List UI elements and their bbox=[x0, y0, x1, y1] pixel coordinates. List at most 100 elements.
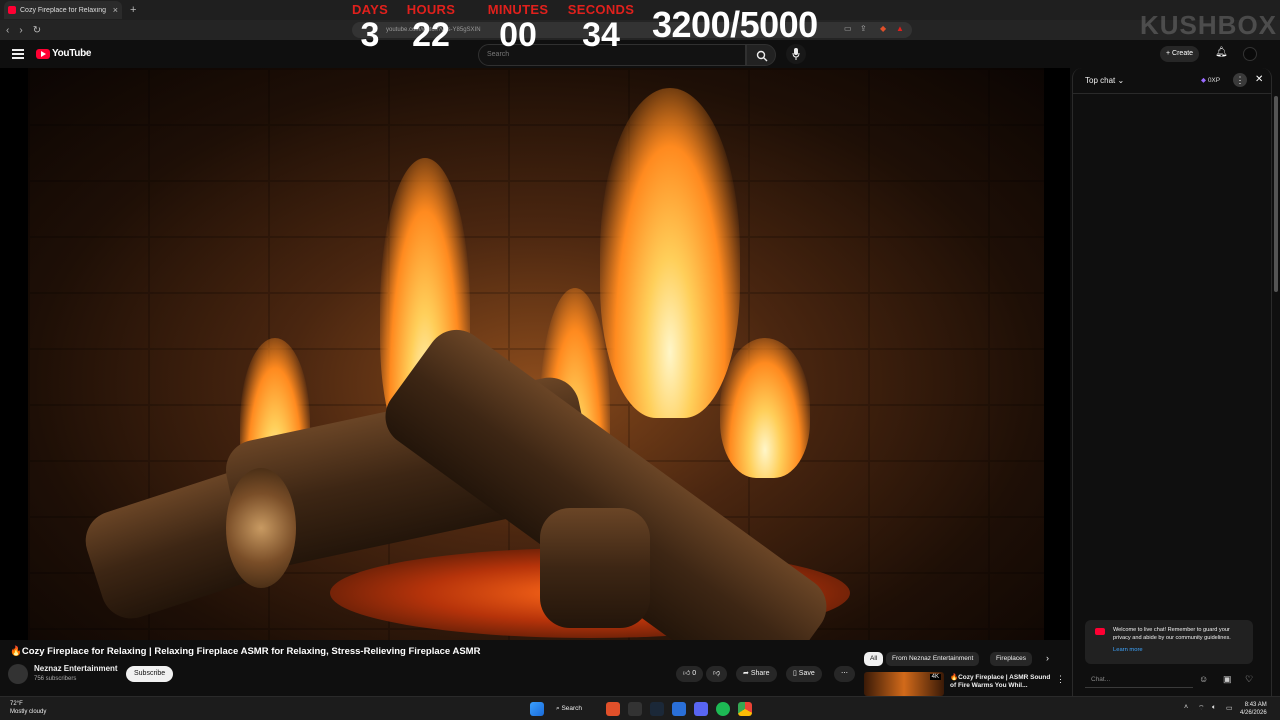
youtube-play-icon bbox=[36, 48, 50, 59]
hours-label: HOURS bbox=[406, 2, 456, 17]
minutes-value: 00 bbox=[499, 16, 537, 54]
days-label: DAYS bbox=[351, 2, 389, 17]
thumbs-up-icon: 👍︎ bbox=[683, 670, 693, 677]
taskbar-search[interactable]: ⌕ Search bbox=[556, 702, 596, 716]
days-value: 3 bbox=[360, 16, 380, 54]
chat-welcome-banner: Welcome to live chat! Remember to guard … bbox=[1085, 620, 1253, 664]
extension-icon[interactable]: ▭ bbox=[844, 24, 852, 33]
tab-title: Cozy Fireplace for Relaxing bbox=[20, 6, 106, 14]
xp-label: 0XP bbox=[1207, 77, 1221, 84]
hours-block: HOURS 22 bbox=[402, 2, 460, 53]
brave-rewards-icon[interactable]: ▲ bbox=[896, 24, 904, 33]
notifications-bell-icon[interactable]: 🔔︎ bbox=[1215, 47, 1228, 58]
chrome-icon[interactable] bbox=[738, 702, 752, 716]
app-icon[interactable] bbox=[672, 702, 686, 716]
browser-tab[interactable]: Cozy Fireplace for Relaxing × bbox=[4, 1, 122, 19]
flame bbox=[600, 88, 740, 418]
goal-progress-counter: 3200/5000 bbox=[652, 4, 818, 45]
tab-close-icon[interactable]: × bbox=[113, 5, 118, 15]
menu-icon[interactable] bbox=[12, 49, 24, 59]
dislike-button[interactable]: 👎︎ bbox=[706, 666, 728, 682]
days-block: DAYS 3 bbox=[342, 2, 398, 53]
subscriber-count: 756 subscribers bbox=[34, 676, 77, 682]
chat-input[interactable]: Chat... bbox=[1085, 672, 1193, 688]
weather-widget[interactable]: 72°F Mostly cloudy bbox=[10, 700, 46, 716]
chips-next-icon[interactable]: › bbox=[1046, 653, 1049, 663]
more-horizontal-icon: ⋯ bbox=[841, 670, 848, 677]
welcome-message: Welcome to live chat! Remember to guard … bbox=[1113, 627, 1231, 641]
learn-more-link[interactable]: Learn more bbox=[1113, 647, 1143, 653]
seconds-block: SECONDS 34 bbox=[566, 2, 636, 53]
system-clock[interactable]: 8:43 AM 4/26/2026 bbox=[1240, 701, 1267, 717]
battery-icon[interactable]: ▭ bbox=[1226, 704, 1233, 712]
page-scrollbar[interactable] bbox=[1274, 96, 1278, 292]
share-icon[interactable]: ⇪ bbox=[860, 24, 867, 33]
like-button[interactable]: 👍︎ 0 bbox=[676, 666, 704, 682]
wifi-icon[interactable]: ⌔ bbox=[1198, 704, 1205, 713]
flame bbox=[720, 338, 810, 478]
create-button[interactable]: + Create bbox=[1160, 46, 1200, 62]
log-end bbox=[226, 468, 296, 588]
thumbs-down-icon: 👎︎ bbox=[713, 670, 721, 677]
channel-name[interactable]: Neznaz Entertainment bbox=[34, 664, 118, 673]
taskbar-search-label: Search bbox=[561, 705, 583, 712]
share-arrow-icon: ➦ bbox=[743, 670, 751, 677]
save-button[interactable]: ▯ Save bbox=[786, 666, 822, 682]
subscribe-button[interactable]: Subscribe bbox=[126, 666, 174, 682]
brave-shield-icon[interactable]: ◆ bbox=[880, 24, 886, 33]
spotify-icon[interactable] bbox=[716, 702, 730, 716]
video-title: 🔥Cozy Fireplace for Relaxing | Relaxing … bbox=[10, 646, 481, 657]
tray-chevron-icon[interactable]: ˄ bbox=[1184, 704, 1188, 711]
youtube-icon bbox=[1095, 628, 1105, 635]
live-chat-panel: Top chat ⌄ ◆ 0XP ⋮ ✕ Welcome to live cha… bbox=[1072, 68, 1272, 696]
reload-button[interactable]: ↻ bbox=[33, 25, 41, 36]
like-count: 0 bbox=[692, 670, 697, 677]
weather-condition: Mostly cloudy bbox=[10, 709, 47, 715]
chip-fireplaces[interactable]: Fireplaces bbox=[990, 652, 1032, 666]
xp-badge[interactable]: ◆ 0XP bbox=[1201, 76, 1220, 84]
video-player[interactable] bbox=[0, 68, 1070, 640]
chip-all[interactable]: All bbox=[864, 652, 884, 666]
chat-mode-label: Top chat bbox=[1085, 76, 1116, 85]
recommendation-title[interactable]: 🔥Cozy Fireplace | ASMR Sound of Fire War… bbox=[950, 674, 1054, 690]
share-button[interactable]: ➦ Share bbox=[736, 666, 777, 682]
chat-more-options-icon[interactable]: ⋮ bbox=[1233, 73, 1247, 87]
recommendation-menu-icon[interactable]: ⋮ bbox=[1056, 674, 1065, 685]
log bbox=[540, 508, 650, 628]
logo-text: YouTube bbox=[52, 48, 92, 59]
watermark: KUSHBOX bbox=[1140, 10, 1278, 40]
discord-icon[interactable] bbox=[694, 702, 708, 716]
heart-icon[interactable]: ♡ bbox=[1245, 674, 1253, 685]
more-actions-button[interactable]: ⋯ bbox=[834, 666, 855, 682]
account-avatar[interactable] bbox=[1243, 47, 1257, 61]
clock-time: 8:43 AM bbox=[1244, 702, 1267, 708]
channel-avatar[interactable] bbox=[8, 664, 28, 684]
youtube-logo[interactable]: YouTube bbox=[36, 48, 92, 59]
create-label: Create bbox=[1172, 50, 1194, 57]
clock-date: 4/26/2026 bbox=[1240, 710, 1267, 716]
share-label: Share bbox=[750, 670, 770, 677]
recommendation-thumbnail[interactable]: 4K bbox=[864, 672, 944, 696]
chat-header: Top chat ⌄ ◆ 0XP ⋮ ✕ bbox=[1073, 68, 1271, 94]
windows-start-icon[interactable] bbox=[530, 702, 544, 716]
resolution-badge: 4K bbox=[929, 674, 941, 680]
brave-browser-icon[interactable] bbox=[606, 702, 620, 716]
emoji-icon[interactable]: ☺ bbox=[1199, 674, 1208, 684]
temperature: 72°F bbox=[10, 701, 23, 707]
taskbar: 72°F Mostly cloudy ⌕ Search ˄ ⌔ 🔈︎ ▭ 8:4… bbox=[0, 696, 1280, 720]
seconds-label: SECONDS bbox=[567, 2, 635, 17]
forward-button[interactable]: › bbox=[19, 25, 22, 36]
steam-icon[interactable] bbox=[650, 702, 664, 716]
speaker-icon[interactable]: 🔈︎ bbox=[1212, 704, 1216, 712]
save-label: Save bbox=[798, 670, 815, 677]
new-tab-button[interactable]: + bbox=[130, 4, 136, 16]
chat-mode-dropdown[interactable]: Top chat ⌄ bbox=[1085, 76, 1124, 85]
super-chat-icon[interactable]: ▣ bbox=[1223, 674, 1232, 685]
terminal-icon[interactable] bbox=[628, 702, 642, 716]
gem-icon: ◆ bbox=[1201, 77, 1206, 84]
back-button[interactable]: ‹ bbox=[6, 25, 9, 36]
close-icon[interactable]: ✕ bbox=[1255, 74, 1263, 85]
screen: Cozy Fireplace for Relaxing × + ‹ › ↻ yo… bbox=[0, 0, 1280, 720]
youtube-favicon-icon bbox=[8, 6, 16, 14]
chip-from-channel[interactable]: From Neznaz Entertainment bbox=[886, 652, 980, 666]
